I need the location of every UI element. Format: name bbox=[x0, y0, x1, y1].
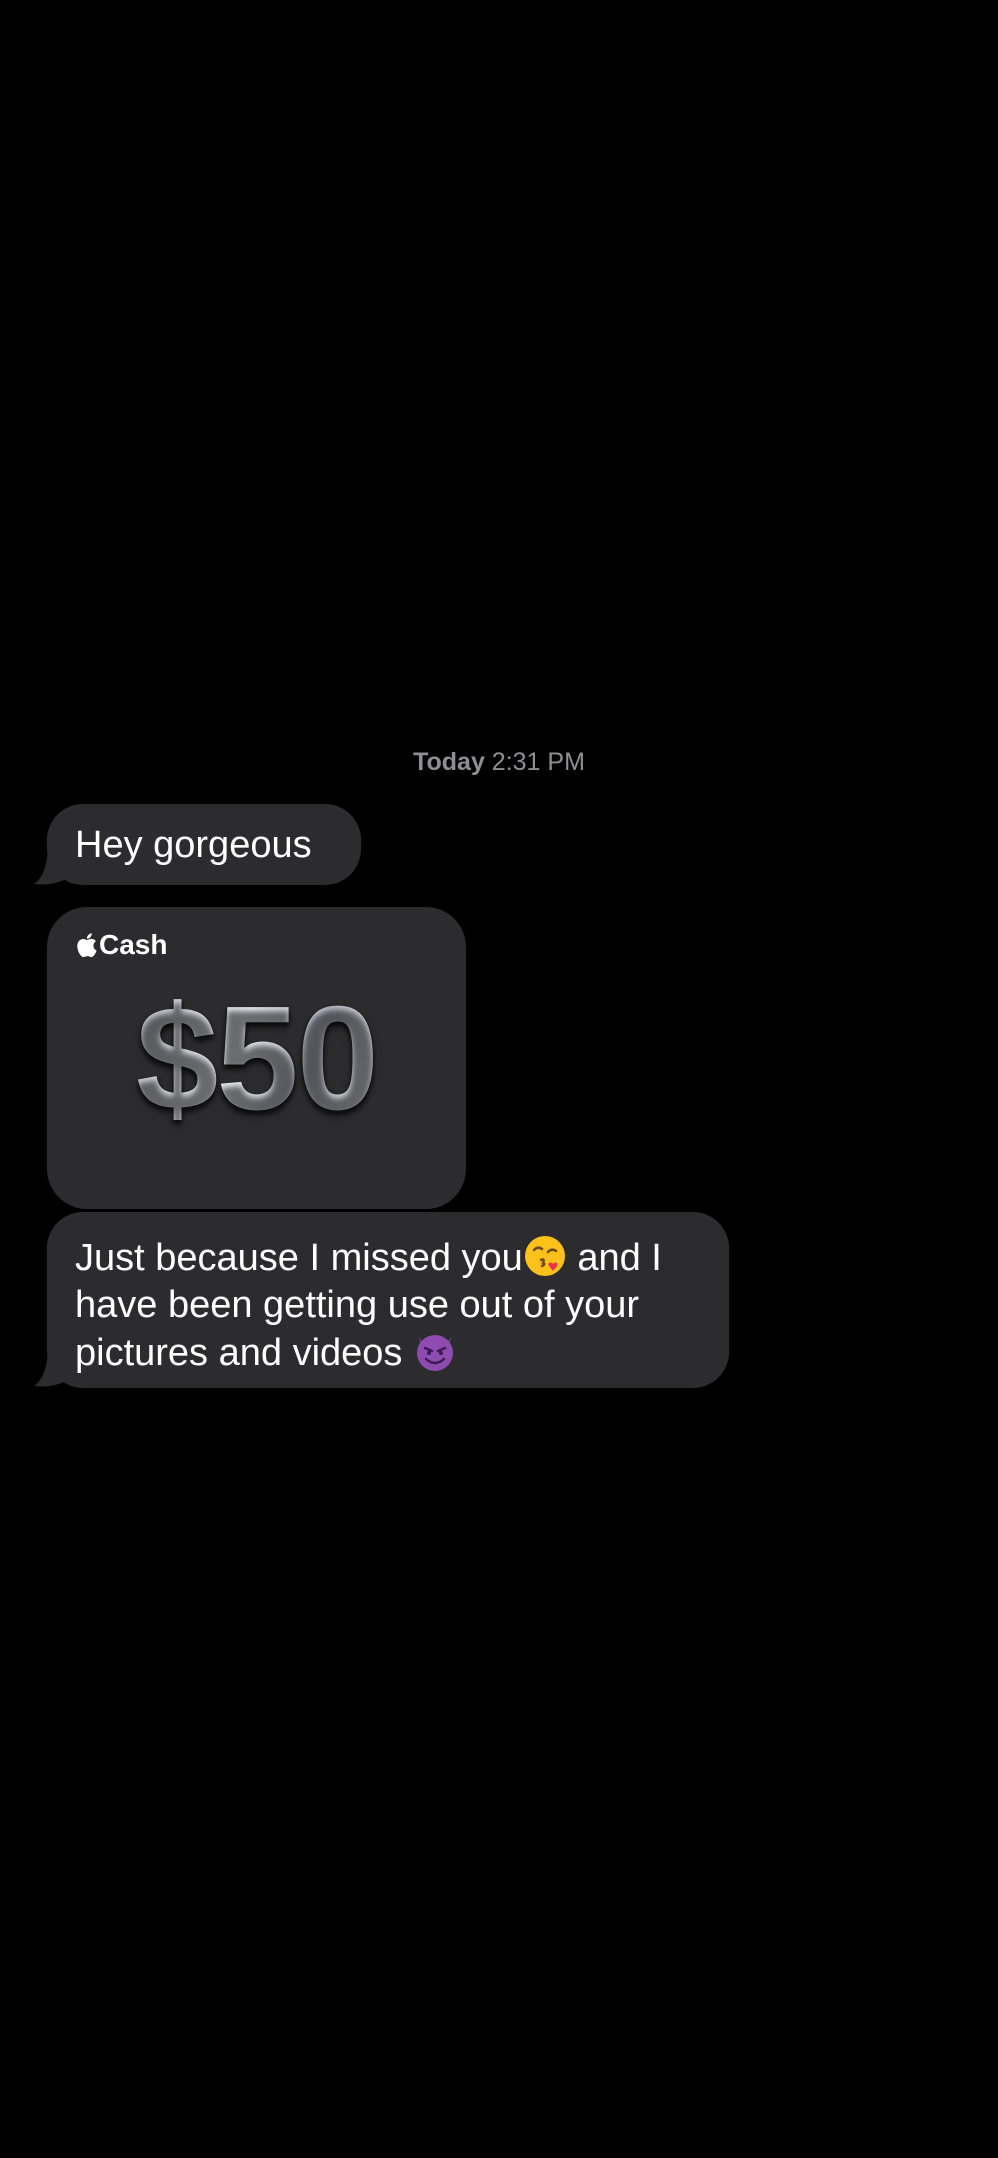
cash-brand-label: Cash bbox=[99, 929, 168, 960]
apple-cash-bubble[interactable]: Cash $50 bbox=[47, 907, 466, 1209]
message-text: Hey gorgeous bbox=[75, 824, 312, 866]
message-text-part1: Just because I missed you bbox=[75, 1237, 523, 1279]
timestamp-time: 2:31 PM bbox=[491, 748, 585, 776]
apple-cash-logo: Cash bbox=[77, 929, 167, 961]
smiling-face-with-horns-icon bbox=[416, 1335, 453, 1371]
message-bubble-long[interactable]: Just because I missed you and I have bee… bbox=[47, 1212, 729, 1388]
cash-amount: $50 bbox=[47, 985, 466, 1133]
face-blowing-kiss-icon bbox=[524, 1236, 565, 1276]
apple-logo-icon bbox=[77, 933, 97, 957]
message-timestamp: Today 2:31 PM bbox=[0, 748, 998, 777]
message-bubble-hey[interactable]: Hey gorgeous bbox=[47, 804, 361, 885]
timestamp-day: Today bbox=[413, 748, 485, 776]
